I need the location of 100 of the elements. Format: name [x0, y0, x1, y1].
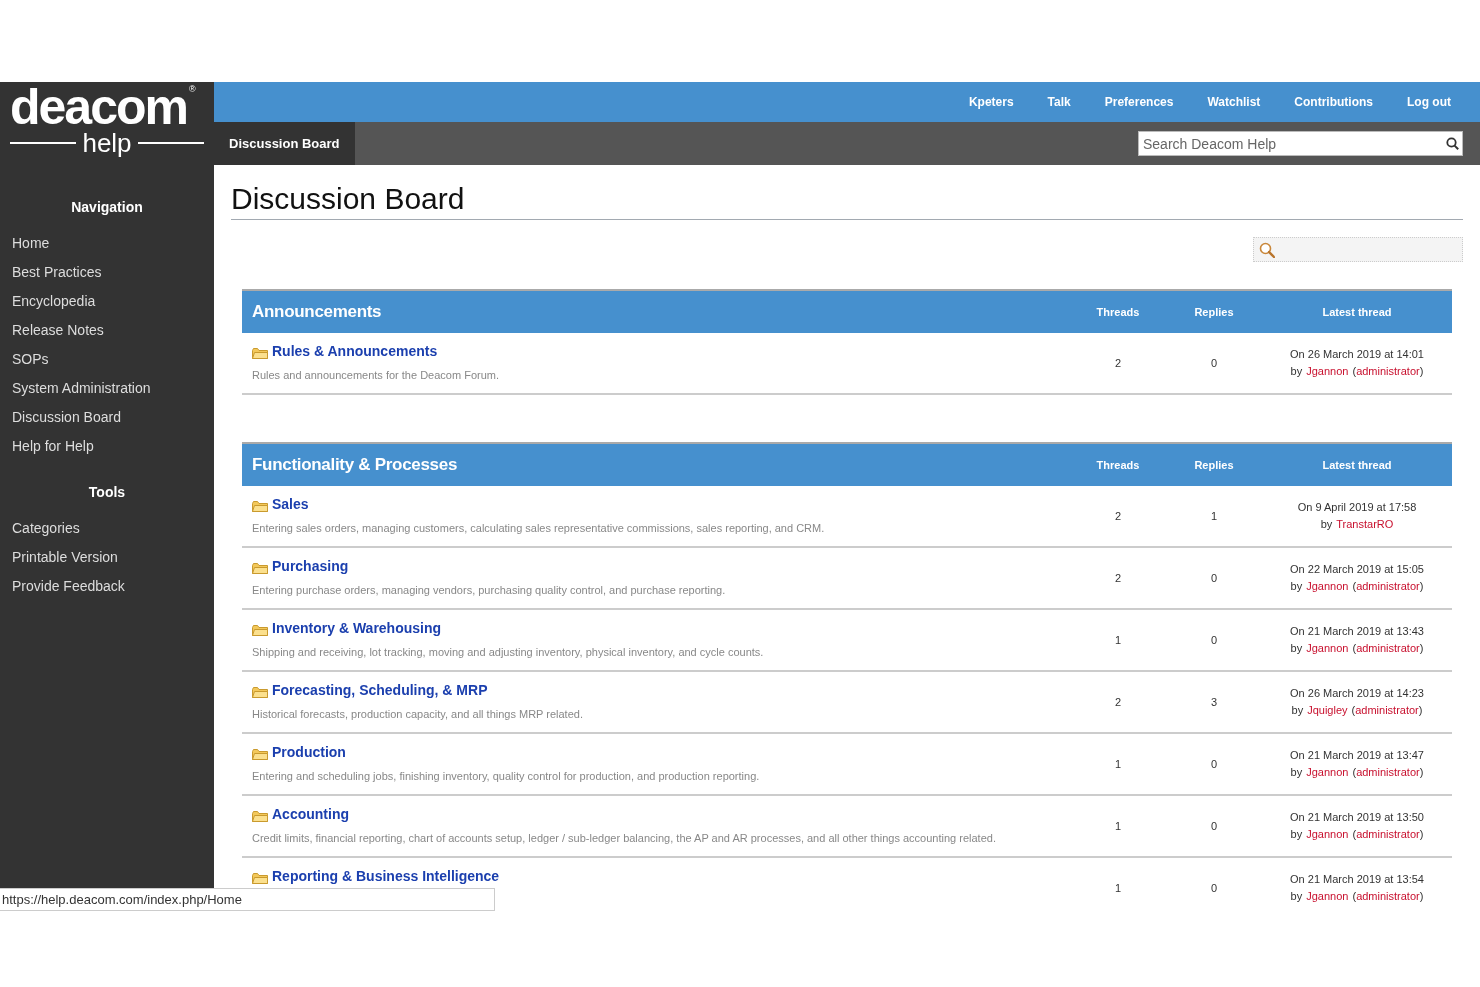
column-header: Latest thread: [1321, 459, 1393, 471]
role-link[interactable]: administrator: [1356, 642, 1420, 654]
search-field[interactable]: Search Deacom Help: [1138, 131, 1463, 156]
paren: (: [1351, 704, 1356, 716]
status-url-tooltip: https://help.deacom.com/index.php/Home: [0, 888, 495, 911]
folder-icon: [252, 624, 268, 636]
user-link[interactable]: Jgannon: [1306, 766, 1349, 778]
paren: (: [1352, 642, 1357, 654]
sidebar-link[interactable]: Release Notes: [0, 316, 214, 345]
paren: ): [1419, 642, 1424, 654]
user-link[interactable]: Jgannon: [1306, 642, 1349, 654]
column-header: Threads: [1095, 459, 1141, 471]
thread-count: 2: [1113, 357, 1123, 369]
column-header: Replies: [1193, 459, 1235, 471]
latest-date: On 26 March 2019 at 14:01: [1289, 347, 1425, 362]
page-tab[interactable]: Discussion Board: [214, 122, 355, 165]
folder-icon: [252, 872, 268, 884]
forum-link[interactable]: Sales: [272, 496, 309, 512]
sidebar-link[interactable]: Encyclopedia: [0, 287, 214, 316]
user-link[interactable]: Jquigley: [1307, 704, 1348, 716]
forum-description: Entering purchase orders, managing vendors, purchasing quality control, and purchase reporting.: [252, 584, 727, 596]
sidebar-heading: Tools: [87, 483, 127, 502]
sidebar-link[interactable]: System Administration: [0, 374, 214, 403]
search-icon: [1259, 241, 1275, 258]
category-title: Announcements: [251, 302, 383, 322]
sidebar-link[interactable]: Home: [0, 229, 214, 258]
forum-link[interactable]: Purchasing: [272, 558, 349, 574]
paren: ): [1419, 766, 1424, 778]
sidebar-link[interactable]: Discussion Board: [0, 403, 214, 432]
latest-date: On 21 March 2019 at 13:47: [1289, 748, 1425, 763]
by-label: by: [1291, 704, 1304, 716]
paren: (: [1352, 580, 1357, 592]
reply-count: 3: [1209, 696, 1219, 708]
latest-date: On 21 March 2019 at 13:43: [1289, 624, 1425, 639]
role-link[interactable]: administrator: [1356, 766, 1420, 778]
sidebar-link[interactable]: Help for Help: [0, 432, 214, 461]
reply-count: 0: [1209, 758, 1219, 770]
sidebar-heading: Navigation: [70, 198, 144, 217]
folder-icon: [252, 748, 268, 760]
forum-search-field[interactable]: [1253, 237, 1463, 262]
forum-link[interactable]: Forecasting, Scheduling, & MRP: [272, 682, 488, 698]
role-link[interactable]: administrator: [1356, 890, 1420, 902]
paren: (: [1352, 890, 1357, 902]
user-link[interactable]: Jgannon: [1306, 365, 1349, 377]
role-link[interactable]: administrator: [1355, 704, 1419, 716]
paren: ): [1419, 890, 1424, 902]
folder-icon: [252, 500, 268, 512]
folder-icon: [252, 810, 268, 822]
paren: (: [1352, 766, 1357, 778]
role-link[interactable]: administrator: [1356, 828, 1420, 840]
reply-count: 0: [1209, 882, 1219, 894]
paren: ): [1419, 828, 1424, 840]
search-icon: [1446, 137, 1459, 150]
forum-link[interactable]: Accounting: [272, 806, 349, 822]
thread-count: 1: [1113, 882, 1123, 894]
thread-count: 1: [1113, 634, 1123, 646]
forum-link[interactable]: Rules & Announcements: [272, 343, 438, 359]
reply-count: 0: [1209, 572, 1219, 584]
sidebar-link[interactable]: Provide Feedback: [0, 572, 214, 601]
forum-description: Shipping and receiving, lot tracking, moving and adjusting inventory, physical inventory, and cycle counts.: [252, 646, 765, 658]
by-label: by: [1290, 365, 1303, 377]
thread-count: 1: [1113, 758, 1123, 770]
thread-count: 1: [1113, 820, 1123, 832]
user-link[interactable]: Jgannon: [1306, 890, 1349, 902]
forum-description: Rules and announcements for the Deacom Forum.: [252, 369, 501, 381]
thread-count: 2: [1113, 572, 1123, 584]
sidebar-link[interactable]: Printable Version: [0, 543, 214, 572]
by-label: by: [1290, 766, 1303, 778]
logo-wordmark[interactable]: deacom: [10, 82, 187, 132]
user-link[interactable]: TranstarRO: [1336, 518, 1394, 530]
reply-count: 1: [1209, 510, 1219, 522]
sidebar-link[interactable]: Categories: [0, 514, 214, 543]
reply-count: 0: [1209, 820, 1219, 832]
by-label: by: [1290, 642, 1303, 654]
by-label: by: [1290, 828, 1303, 840]
user-link[interactable]: Jgannon: [1306, 580, 1349, 592]
by-label: by: [1320, 518, 1333, 530]
forum-link[interactable]: Inventory & Warehousing: [272, 620, 442, 636]
thread-count: 2: [1113, 510, 1123, 522]
forum-link[interactable]: Production: [272, 744, 346, 760]
latest-date: On 21 March 2019 at 13:54: [1289, 872, 1425, 887]
user-link[interactable]: Jgannon: [1306, 828, 1349, 840]
folder-icon: [252, 347, 268, 359]
paren: (: [1352, 365, 1357, 377]
forum-link[interactable]: Reporting & Business Intelligence: [272, 868, 500, 884]
column-header: Latest thread: [1321, 306, 1393, 318]
forum-description: Credit limits, financial reporting, chart of accounts setup, ledger / sub-ledger balancing, the AP and AR processes, and all other things accounting related.: [252, 832, 997, 844]
sidebar-link[interactable]: SOPs: [0, 345, 214, 374]
role-link[interactable]: administrator: [1356, 365, 1420, 377]
latest-date: On 26 March 2019 at 14:23: [1289, 686, 1425, 701]
folder-icon: [252, 686, 268, 698]
thread-count: 2: [1113, 696, 1123, 708]
sidebar-link[interactable]: Best Practices: [0, 258, 214, 287]
paren: ): [1419, 365, 1424, 377]
category-title: Functionality & Processes: [251, 455, 459, 475]
column-header: Threads: [1095, 306, 1141, 318]
latest-date: On 9 April 2019 at 17:58: [1296, 500, 1418, 515]
role-link[interactable]: administrator: [1356, 580, 1420, 592]
registered-mark: ®: [188, 84, 196, 94]
page-title: Discussion Board: [231, 181, 1463, 220]
